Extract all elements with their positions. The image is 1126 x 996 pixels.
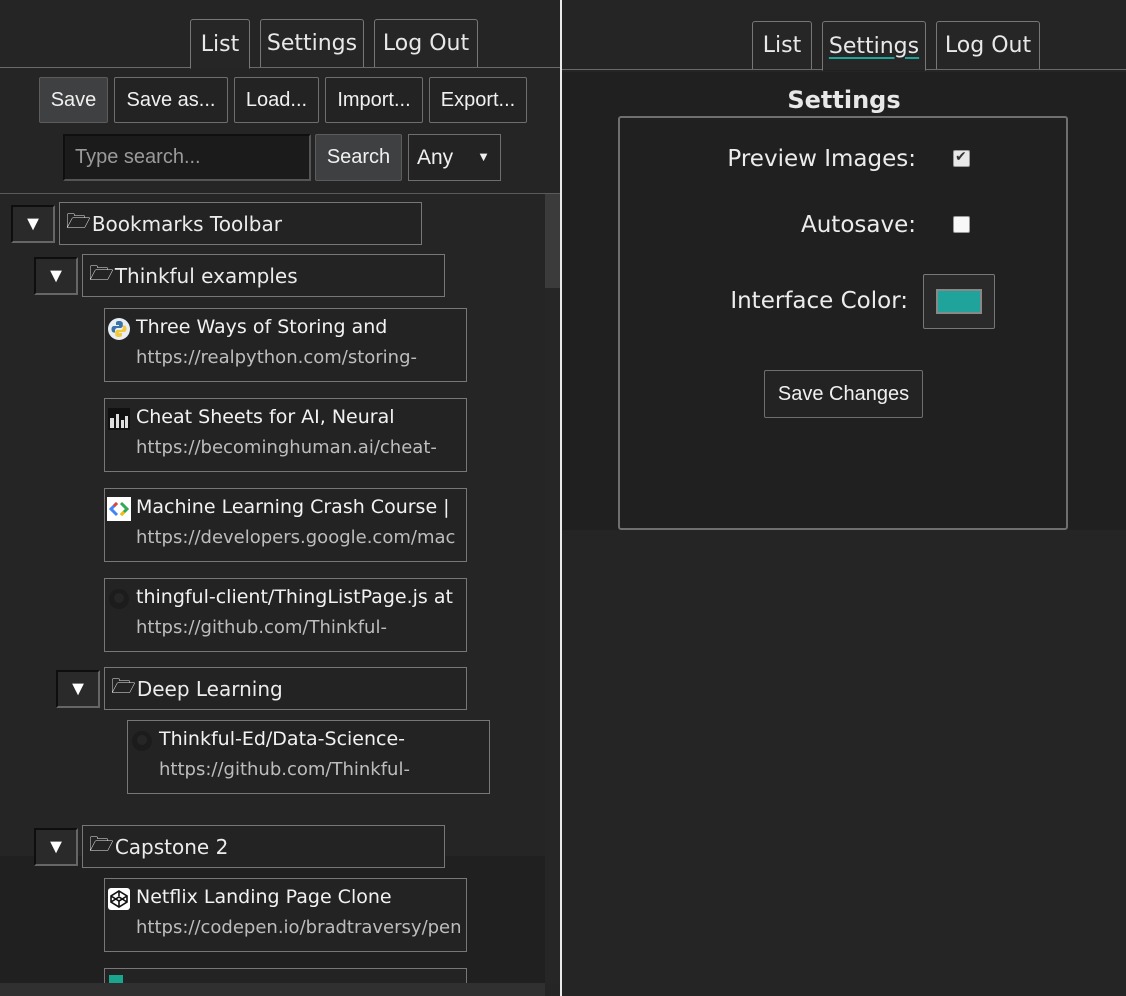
- dropdown-arrow-icon: ▼: [477, 149, 490, 164]
- load-button[interactable]: Load...: [234, 77, 319, 123]
- save-button[interactable]: Save: [39, 77, 108, 123]
- python-icon: [107, 317, 131, 341]
- toggle-bookmarks-toolbar[interactable]: ▼: [11, 205, 55, 243]
- export-button[interactable]: Export...: [429, 77, 527, 123]
- github-icon: [130, 729, 154, 753]
- tab-settings[interactable]: Settings: [822, 21, 926, 71]
- bookmark-title: Cheat Sheets for AI, Neural: [136, 406, 395, 428]
- bookmark-url: https://github.com/Thinkful-: [159, 759, 410, 780]
- folder-open-icon: 🗁: [89, 831, 114, 856]
- settings-panel: List Settings Log Out Settings Preview I…: [562, 0, 1126, 996]
- bookmark-item[interactable]: Machine Learning Crash Course | https://…: [104, 488, 467, 562]
- autosave-checkbox[interactable]: [953, 216, 970, 233]
- toggle-thinkful-examples[interactable]: ▼: [34, 257, 78, 295]
- tab-settings-label: Settings: [828, 33, 920, 59]
- folder-bookmarks-toolbar[interactable]: 🗁 Bookmarks Toolbar: [59, 202, 422, 245]
- scrollbar-thumb[interactable]: [545, 194, 560, 288]
- list-panel: List Settings Log Out Save Save as... Lo…: [0, 0, 560, 996]
- autosave-label: Autosave:: [801, 212, 916, 238]
- folder-label: Deep Learning: [136, 676, 283, 701]
- folder-deep-learning[interactable]: 🗁 Deep Learning: [104, 667, 467, 710]
- tab-list[interactable]: List: [752, 21, 812, 69]
- divider: [0, 193, 560, 194]
- bookmark-item[interactable]: Thinkful-Ed/Data-Science- https://github…: [127, 720, 490, 794]
- save-as-button[interactable]: Save as...: [114, 77, 228, 123]
- tab-settings[interactable]: Settings: [260, 19, 364, 67]
- bookmark-url: https://github.com/Thinkful-: [136, 617, 387, 638]
- bookmark-item[interactable]: Netflix Landing Page Clone https://codep…: [104, 878, 467, 952]
- import-button[interactable]: Import...: [325, 77, 423, 123]
- bookmark-item[interactable]: Three Ways of Storing and https://realpy…: [104, 308, 467, 382]
- github-icon: [107, 587, 131, 611]
- tab-logout[interactable]: Log Out: [374, 19, 478, 67]
- color-swatch: [936, 289, 982, 314]
- bookmark-item[interactable]: thingful-client/ThingListPage.js at http…: [104, 578, 467, 652]
- preview-images-label: Preview Images:: [727, 146, 916, 172]
- google-developers-icon: [107, 497, 131, 521]
- tab-bar: List Settings Log Out: [0, 0, 560, 69]
- codepen-icon: [107, 887, 131, 911]
- toggle-deep-learning[interactable]: ▼: [56, 670, 100, 708]
- bookmark-url: https://realpython.com/storing-: [136, 347, 418, 368]
- save-changes-button[interactable]: Save Changes: [764, 370, 923, 418]
- search-input[interactable]: Type search...: [63, 134, 311, 181]
- bookmark-title: thingful-client/ThingListPage.js at: [136, 586, 453, 608]
- folder-thinkful-examples[interactable]: 🗁 Thinkful examples: [82, 254, 445, 297]
- preview-images-checkbox[interactable]: [953, 148, 970, 167]
- interface-color-picker[interactable]: [923, 274, 995, 329]
- search-button[interactable]: Search: [315, 134, 402, 181]
- bookmark-item[interactable]: Cheat Sheets for AI, Neural https://beco…: [104, 398, 467, 472]
- search-filter-value: Any: [417, 145, 454, 169]
- tab-bar: List Settings Log Out: [562, 0, 1126, 71]
- tab-list[interactable]: List: [190, 19, 250, 69]
- becominghuman-icon: [107, 407, 131, 431]
- search-filter-select[interactable]: Any ▼: [408, 134, 501, 181]
- bookmark-url: https://becominghuman.ai/cheat-: [136, 437, 437, 458]
- folder-capstone-2[interactable]: 🗁 Capstone 2: [82, 825, 445, 868]
- folder-open-icon: 🗁: [66, 208, 91, 233]
- bookmark-item-partial[interactable]: [104, 968, 467, 984]
- bookmark-url: https://developers.google.com/mac: [136, 527, 456, 548]
- folder-label: Bookmarks Toolbar: [91, 211, 282, 236]
- folder-label: Thinkful examples: [114, 263, 298, 288]
- settings-form: Preview Images: Autosave: Interface Colo…: [618, 116, 1068, 530]
- settings-title: Settings: [787, 86, 901, 114]
- folder-open-icon: 🗁: [89, 260, 114, 285]
- bookmark-url: https://codepen.io/bradtraversy/pen: [136, 917, 462, 938]
- bookmark-title: Netflix Landing Page Clone: [136, 886, 392, 908]
- vertical-scrollbar[interactable]: [545, 194, 560, 984]
- toggle-capstone-2[interactable]: ▼: [34, 828, 78, 866]
- horizontal-scrollbar[interactable]: [0, 983, 545, 996]
- tab-logout[interactable]: Log Out: [936, 21, 1040, 69]
- folder-label: Capstone 2: [114, 834, 229, 859]
- bookmark-title: Thinkful-Ed/Data-Science-: [159, 728, 406, 750]
- interface-color-label: Interface Color:: [730, 288, 908, 314]
- bookmark-title: Three Ways of Storing and: [136, 316, 388, 338]
- folder-open-icon: 🗁: [111, 673, 136, 698]
- bookmark-title: Machine Learning Crash Course |: [136, 496, 450, 518]
